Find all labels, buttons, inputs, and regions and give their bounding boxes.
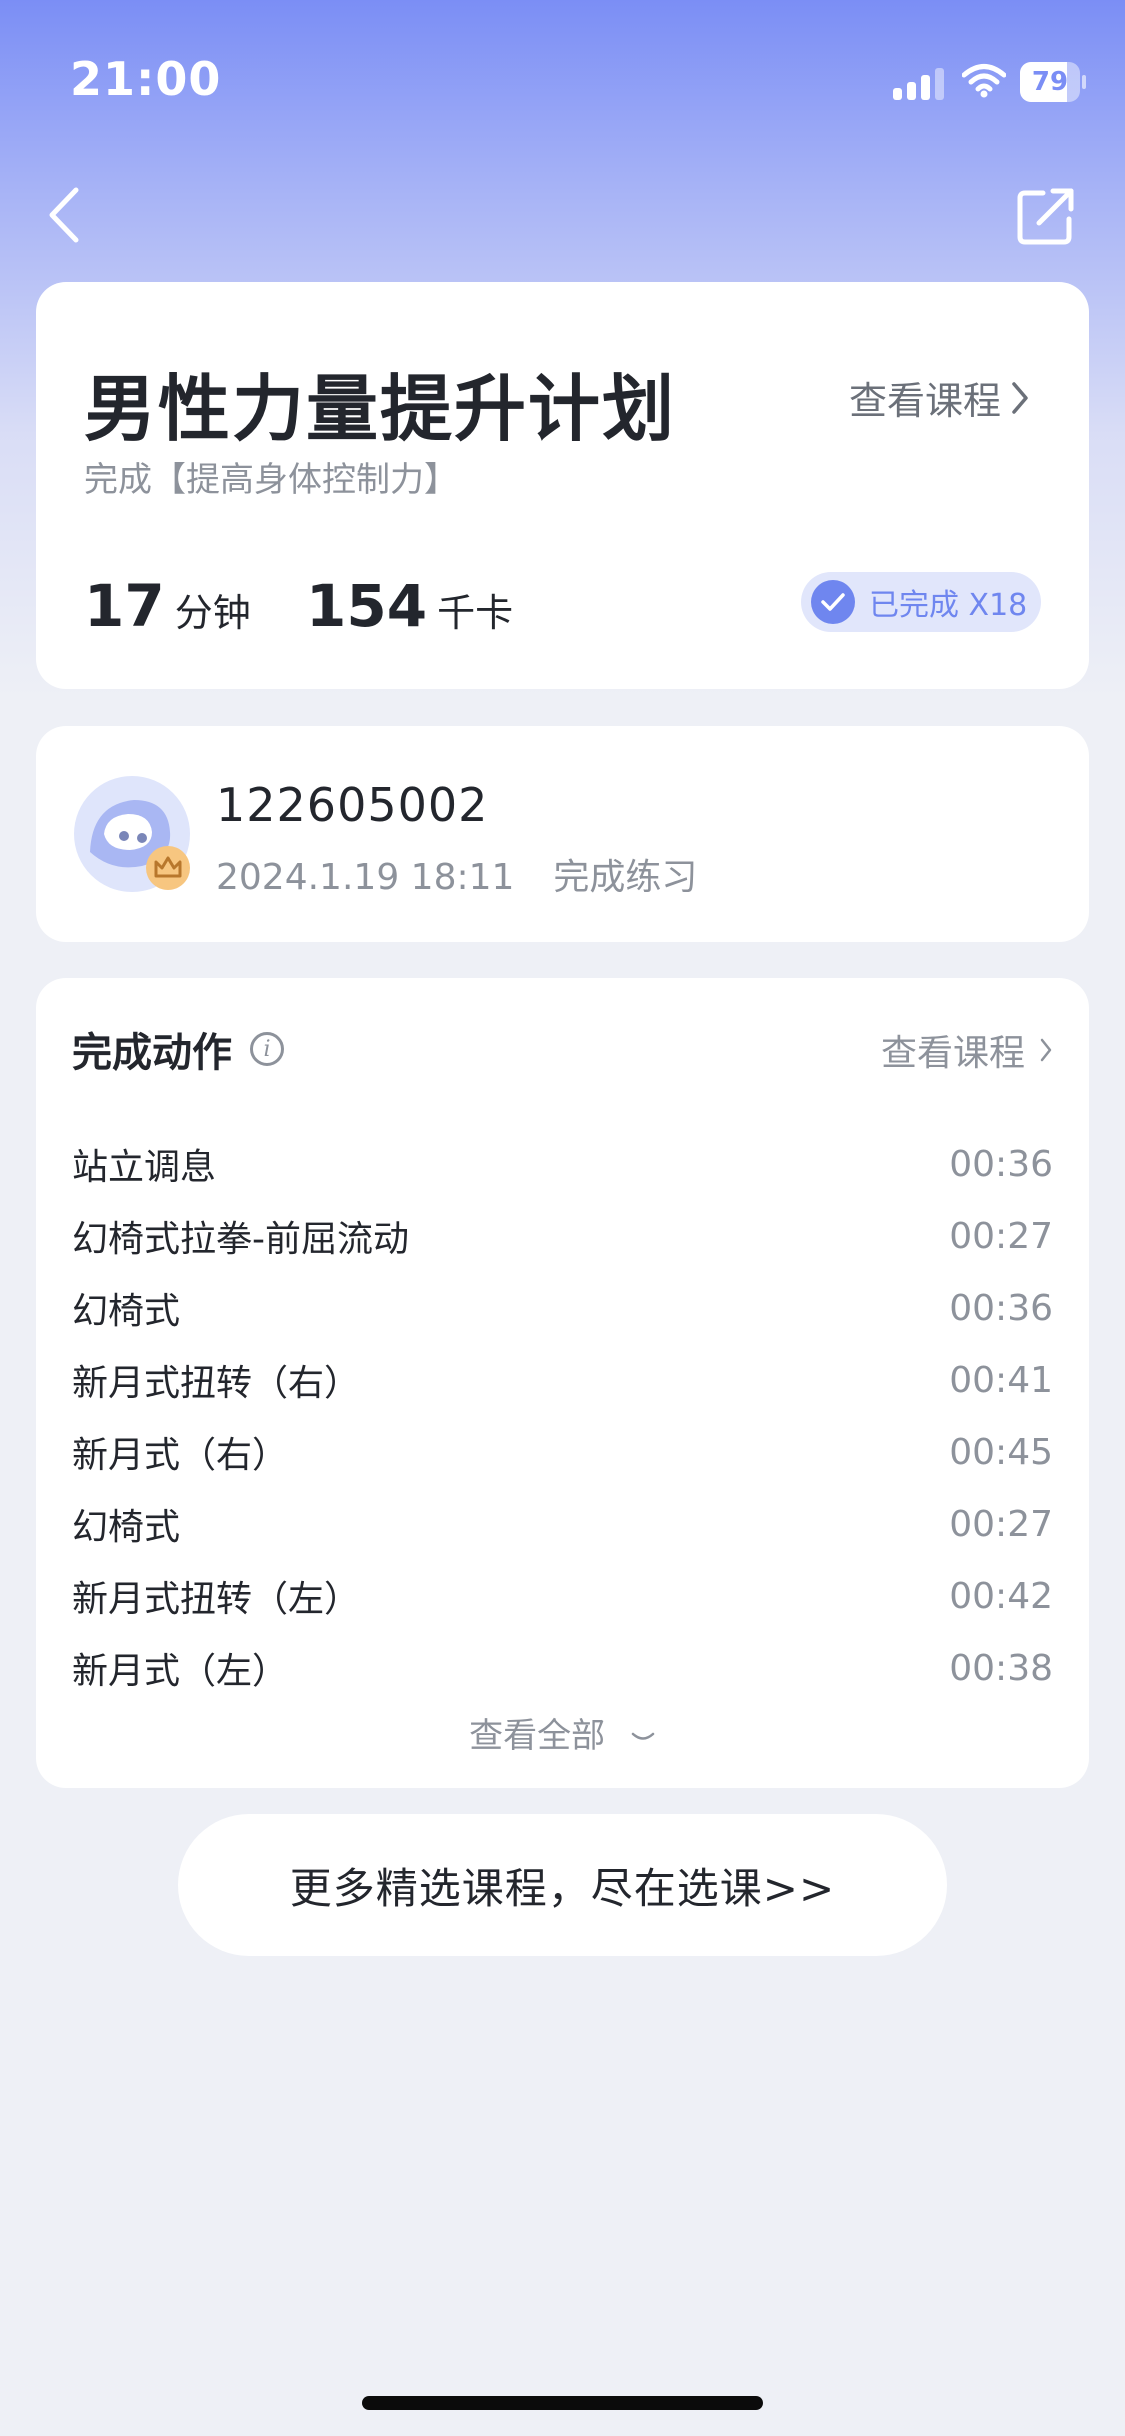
action-row: 幻椅式 00:36 [72, 1272, 1053, 1344]
action-time: 00:36 [949, 1143, 1053, 1185]
action-row: 新月式扭转（左） 00:42 [72, 1560, 1053, 1632]
completed-badge: 已完成 X18 [801, 572, 1041, 632]
action-row: 新月式（右） 00:45 [72, 1416, 1053, 1488]
view-course-link[interactable]: 查看课程 [849, 370, 1029, 425]
back-arrow-icon[interactable] [40, 180, 90, 250]
action-row: 新月式（左） 00:38 [72, 1632, 1053, 1704]
action-row: 幻椅式拉拳-前屈流动 00:27 [72, 1200, 1053, 1272]
actions-header: 完成动作 i [72, 1020, 284, 1078]
action-name: 新月式扭转（左） [72, 1579, 361, 1620]
record-date: 2024.1.19 18:11 [216, 857, 515, 898]
more-courses-button[interactable]: 更多精选课程，尽在选课>> [178, 1814, 947, 1956]
action-time: 00:38 [949, 1647, 1053, 1689]
action-time: 00:41 [949, 1359, 1053, 1401]
action-name: 新月式（右） [72, 1435, 289, 1476]
completed-actions-card: 完成动作 i 查看课程 站立调息 00:36 幻椅式拉拳-前屈流动 00:27 … [36, 978, 1089, 1788]
plan-subtitle: 完成【提高身体控制力】 [84, 460, 458, 500]
duration-value: 17 [84, 572, 165, 640]
action-row: 新月式扭转（右） 00:41 [72, 1344, 1053, 1416]
summary-card: 男性力量提升计划 查看课程 完成【提高身体控制力】 17 分钟 154 千卡 已… [36, 282, 1089, 689]
view-all-button[interactable]: 查看全部 [36, 1708, 1089, 1757]
calories-unit: 千卡 [437, 591, 514, 635]
action-name: 新月式扭转（右） [72, 1363, 361, 1404]
action-time: 00:27 [949, 1215, 1053, 1257]
calories-stat: 154 千卡 [306, 572, 513, 640]
check-icon [811, 580, 855, 624]
status-time: 21:00 [70, 52, 222, 106]
actions-title: 完成动作 [72, 1030, 232, 1076]
action-name: 站立调息 [72, 1147, 217, 1188]
user-name: 122605002 [216, 778, 489, 832]
chevron-right-icon [1040, 1038, 1052, 1062]
action-time: 00:42 [949, 1575, 1053, 1617]
view-course-label: 查看课程 [848, 379, 1001, 423]
action-name: 幻椅式 [72, 1507, 181, 1548]
battery-percentage: 79 [1031, 67, 1069, 97]
record-label: 完成练习 [553, 857, 698, 898]
signal-icon [893, 68, 945, 100]
action-name: 幻椅式拉拳-前屈流动 [72, 1219, 409, 1260]
avatar[interactable] [72, 774, 192, 894]
wifi-icon [962, 64, 1006, 98]
home-indicator [362, 2396, 763, 2410]
view-course-label: 查看课程 [880, 1033, 1025, 1074]
chevron-down-icon [631, 1732, 655, 1740]
duration-unit: 分钟 [174, 591, 251, 635]
action-time: 00:27 [949, 1503, 1053, 1545]
action-time: 00:45 [949, 1431, 1053, 1473]
view-course-link[interactable]: 查看课程 [881, 1024, 1053, 1076]
completed-count: 已完成 X18 [869, 588, 1028, 623]
action-time: 00:36 [949, 1287, 1053, 1329]
calories-value: 154 [306, 572, 428, 640]
action-name: 新月式（左） [72, 1651, 289, 1692]
view-all-label: 查看全部 [469, 1716, 606, 1756]
user-record-card: 122605002 2024.1.19 18:11 完成练习 [36, 726, 1089, 942]
chevron-right-icon [1012, 381, 1028, 414]
plan-title: 男性力量提升计划 [84, 367, 677, 451]
action-name: 幻椅式 [72, 1291, 181, 1332]
action-list: 站立调息 00:36 幻椅式拉拳-前屈流动 00:27 幻椅式 00:36 新月… [72, 1128, 1053, 1704]
action-row: 站立调息 00:36 [72, 1128, 1053, 1200]
info-icon[interactable]: i [250, 1032, 284, 1066]
user-record: 2024.1.19 18:11 完成练习 [216, 848, 697, 900]
action-row: 幻椅式 00:27 [72, 1488, 1053, 1560]
battery-icon: 79 [1020, 62, 1086, 102]
share-icon[interactable] [1015, 185, 1077, 247]
duration-stat: 17 分钟 [84, 572, 251, 640]
